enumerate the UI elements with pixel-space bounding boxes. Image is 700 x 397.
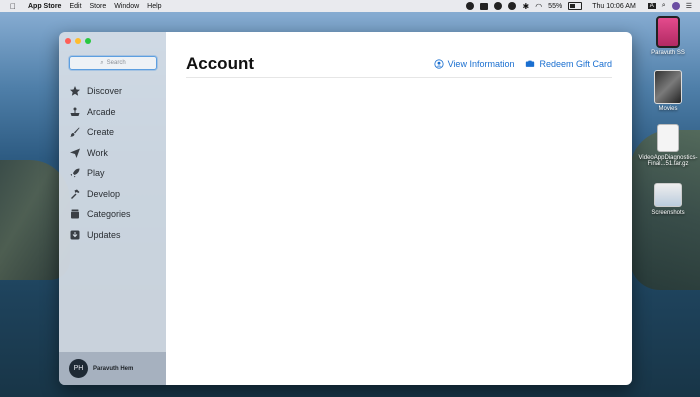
phone-image-icon [656,16,680,48]
sidebar-item-categories[interactable]: Categories [69,204,159,225]
input-source-icon[interactable]: A [647,3,656,9]
desktop-icon-label: Movies [658,106,678,112]
status-area: ✱ ◠ 55% Thu 10:06 AM A ⌕ ☰ [466,2,692,11]
wifi-icon[interactable]: ◠ [535,2,542,11]
sidebar-item-updates[interactable]: Updates [69,225,159,246]
menu-window[interactable]: Window [114,3,139,10]
desktop-icon-movies[interactable]: Movies [638,70,698,112]
sidebar-item-play[interactable]: Play [69,163,159,184]
status-icon-1[interactable] [466,2,475,10]
desktop-icon-paravuth-ss[interactable]: Paravuth SS [638,16,698,56]
view-information-link[interactable]: View Information [434,59,515,69]
desktop-icon-label: Screenshots [651,210,685,216]
stack-icon [69,208,81,220]
redeem-gift-card-link[interactable]: Redeem Gift Card [525,59,612,69]
hammer-icon [69,188,81,200]
view-information-label: View Information [447,59,515,69]
spotlight-icon[interactable]: ⌕ [662,2,666,10]
desktop-icon-label: Paravuth SS [651,50,685,56]
sidebar-item-label: Develop [87,188,121,199]
sidebar-item-label: Discover [87,86,123,97]
sidebar-item-develop[interactable]: Develop [69,184,159,205]
close-button[interactable] [65,38,71,44]
minimize-button[interactable] [75,38,81,44]
screen-recording-icon[interactable] [494,2,503,10]
eye-icon[interactable] [508,2,517,10]
display-icon[interactable] [480,2,489,10]
search-icon: ⌕ [100,59,104,66]
star-icon [69,85,81,97]
archive-file-icon [657,124,679,152]
sidebar-item-label: Work [87,147,108,158]
account-actions: View Information Redeem Gift Card [434,59,612,69]
sidebar-item-label: Arcade [87,106,116,117]
sidebar-item-arcade[interactable]: Arcade [69,102,159,123]
arcade-icon [69,106,81,118]
movie-thumbnail-icon [654,70,682,104]
menu-app-name[interactable]: App Store [28,3,61,10]
battery-icon[interactable] [568,2,583,10]
control-center-icon[interactable]: ☰ [686,2,692,10]
sidebar-nav: Discover Arcade Create Work Play Develop… [69,81,159,245]
window-controls [65,38,91,44]
page-title: Account [186,54,254,73]
desktop-icon-screenshots[interactable]: Screenshots [638,183,698,216]
folder-icon [654,183,682,207]
battery-percent: 55% [548,2,563,10]
avatar: PH [69,359,88,378]
search-field[interactable]: ⌕ Search [69,56,157,70]
desktop-icon-archive[interactable]: VideoAppDiagnostics-Final...51.tar.gz [634,124,700,167]
main-content: Account View Information Redeem Gift Car… [166,32,632,385]
sidebar-item-label: Play [87,168,105,179]
paperplane-icon [69,147,81,159]
sidebar-item-create[interactable]: Create [69,122,159,143]
sidebar-item-label: Updates [87,229,121,240]
sidebar-item-label: Categories [87,209,131,220]
zoom-button[interactable] [85,38,91,44]
sidebar-item-work[interactable]: Work [69,143,159,164]
bluetooth-icon[interactable]: ✱ [522,2,529,11]
sidebar: ⌕ Search Discover Arcade Create Work Pla… [59,32,166,385]
apple-icon[interactable]:  [10,2,20,11]
siri-icon[interactable] [671,2,680,10]
menu-bar:  App Store Edit Store Window Help ✱ ◠ 5… [0,0,700,12]
menu-edit[interactable]: Edit [69,3,81,10]
app-store-window: ⌕ Search Discover Arcade Create Work Pla… [59,32,632,385]
brush-icon [69,126,81,138]
redeem-gift-card-label: Redeem Gift Card [539,59,612,69]
menu-store[interactable]: Store [90,3,107,10]
sidebar-item-label: Create [87,127,115,138]
desktop-icon-label: VideoAppDiagnostics-Final...51.tar.gz [638,155,698,167]
title-divider [186,77,612,78]
rocket-icon [69,167,81,179]
search-placeholder: Search [106,60,126,66]
clock[interactable]: Thu 10:06 AM [592,3,636,10]
account-name: Paravuth Hem [93,365,134,372]
menu-help[interactable]: Help [147,3,161,10]
download-icon [69,229,81,241]
gift-card-icon [526,60,535,67]
person-circle-icon [434,59,444,69]
sidebar-item-discover[interactable]: Discover [69,81,159,102]
account-button[interactable]: PH Paravuth Hem [59,352,166,385]
